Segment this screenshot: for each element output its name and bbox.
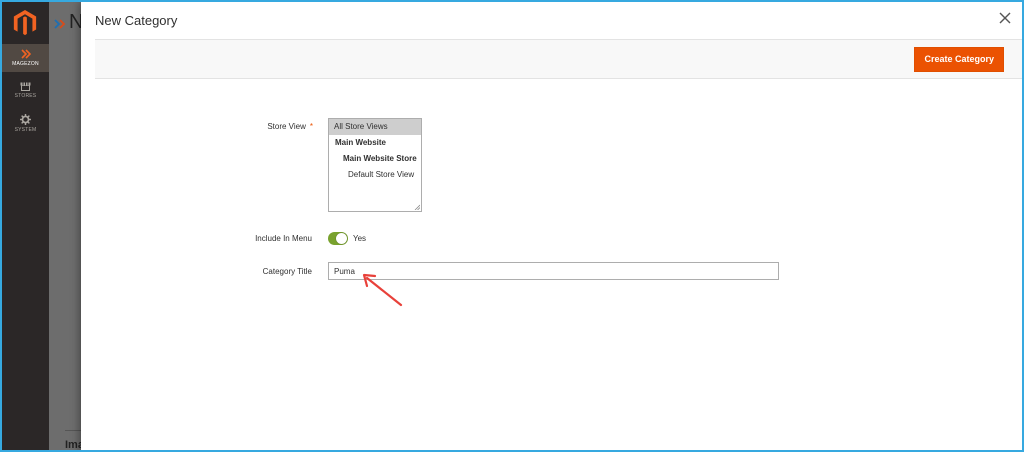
close-icon[interactable]: [996, 9, 1014, 27]
include-in-menu-toggle[interactable]: [328, 232, 348, 245]
store-icon: [20, 82, 31, 91]
include-in-menu-label: Include In Menu: [255, 234, 312, 243]
store-view-multiselect[interactable]: All Store Views Main Website Main Websit…: [328, 118, 422, 212]
modal-title: New Category: [95, 13, 178, 28]
store-view-option[interactable]: Main Website Store: [329, 151, 421, 167]
store-view-option[interactable]: Default Store View: [329, 167, 421, 183]
store-view-option[interactable]: All Store Views: [329, 119, 421, 135]
required-marker: *: [309, 122, 313, 131]
resize-grip-icon[interactable]: [414, 204, 420, 210]
magezon-logo-icon: [54, 19, 66, 29]
store-view-option[interactable]: Main Website: [329, 135, 421, 151]
gear-icon: [20, 114, 31, 125]
store-view-label: Store View *: [163, 122, 313, 131]
sidebar-item-system[interactable]: SYSTEM: [2, 114, 49, 136]
admin-sidebar: MAGEZON STORES SYSTEM: [2, 2, 49, 450]
chevron-double-right-icon: [20, 49, 31, 59]
screenshot-frame: MAGEZON STORES SYSTEM N Ima New Category…: [0, 0, 1024, 452]
new-category-modal: New Category Create Category Store View *…: [81, 2, 1022, 450]
sidebar-item-label: SYSTEM: [14, 127, 37, 133]
sidebar-item-label: MAGEZON: [12, 61, 39, 67]
sidebar-item-label: STORES: [14, 93, 37, 99]
modal-toolbar: Create Category: [95, 39, 1022, 79]
toggle-knob: [336, 233, 347, 244]
create-category-button[interactable]: Create Category: [914, 47, 1004, 72]
sidebar-item-stores[interactable]: STORES: [2, 82, 49, 104]
magento-logo-icon: [13, 10, 37, 36]
sidebar-item-magezon[interactable]: MAGEZON: [2, 44, 49, 72]
include-in-menu-value: Yes: [353, 234, 367, 243]
annotation-arrow-icon: [362, 273, 403, 307]
category-title-label: Category Title: [262, 267, 312, 276]
store-view-label-text: Store View: [267, 122, 306, 131]
